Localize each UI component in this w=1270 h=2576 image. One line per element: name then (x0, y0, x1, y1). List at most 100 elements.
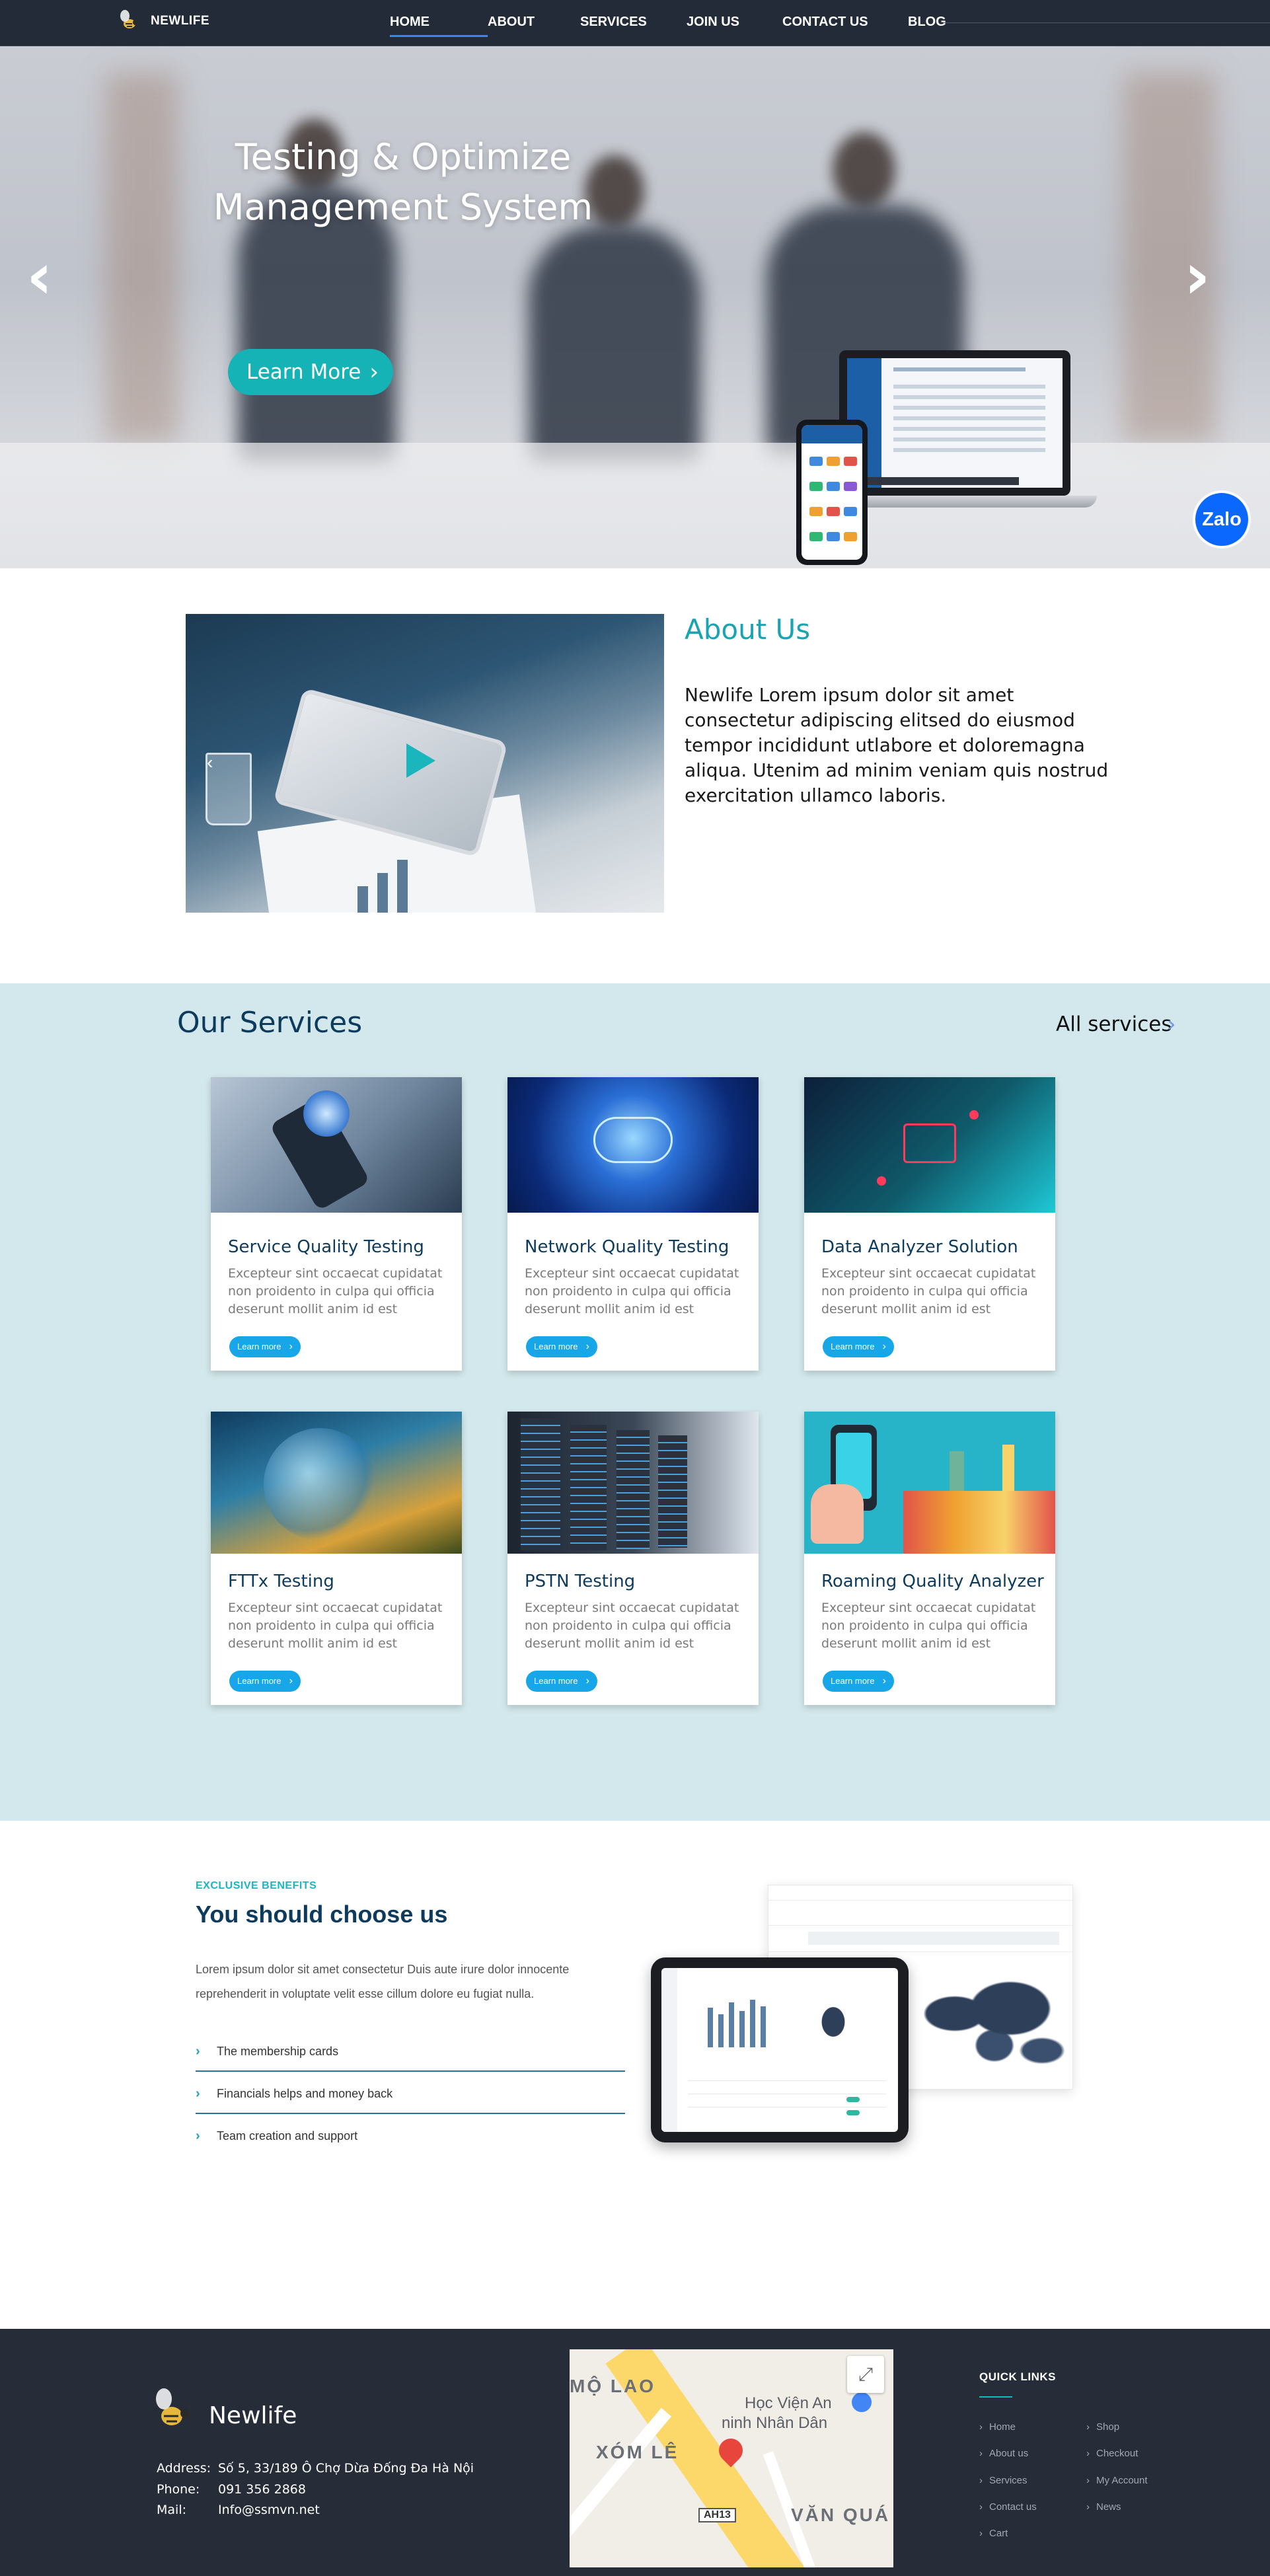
paper-chart-bar (397, 860, 408, 913)
quick-link-label: News (1096, 2501, 1121, 2513)
learn-more-button[interactable]: Learn more › (526, 1671, 597, 1692)
quick-links-underline (979, 2396, 1012, 2398)
hero-learn-more-button[interactable]: Learn More › (228, 349, 393, 395)
brand-logo-link[interactable]: NEWLIFE (116, 8, 209, 34)
quick-link[interactable]: › Cart (979, 2528, 1008, 2539)
chevron-right-icon: › (979, 2475, 983, 2486)
quick-link[interactable]: › Checkout (1086, 2448, 1138, 2459)
benefit-label: Financials helps and money back (217, 2087, 393, 2100)
chevron-right-icon: › (196, 2129, 200, 2143)
nav-item-blog[interactable]: BLOG (908, 0, 961, 46)
hero-slider (0, 46, 1270, 568)
slider-next-icon[interactable]: › (1184, 245, 1211, 308)
quick-link-label: Checkout (1096, 2448, 1139, 2459)
button-label: Learn more (831, 1676, 875, 1686)
chevron-right-icon: › (882, 1341, 886, 1352)
service-card[interactable]: PSTN Testing Excepteur sint occaecat cup… (507, 1412, 759, 1705)
quick-link[interactable]: › My Account (1086, 2475, 1148, 2486)
chevron-right-icon: › (1086, 2475, 1090, 2486)
circuit-shape (877, 1176, 886, 1186)
landmarks-shape (950, 1451, 964, 1491)
quick-link-label: My Account (1096, 2475, 1148, 2486)
tablet-bar (761, 2006, 766, 2047)
benefit-item[interactable]: › The membership cards (196, 2031, 625, 2072)
chevron-right-icon: › (979, 2528, 983, 2539)
learn-more-button[interactable]: Learn more › (229, 1336, 301, 1357)
hero-bg-shape (833, 132, 895, 208)
mail-value[interactable]: Info@ssmvn.net (218, 2503, 320, 2517)
chevron-right-icon: › (979, 2448, 983, 2459)
glow-shape (303, 1090, 350, 1137)
phone-value[interactable]: 091 356 2868 (218, 2482, 306, 2497)
address-value: Số 5, 33/189 Ô Chợ Dừa Đống Đa Hà Nội (218, 2461, 474, 2476)
learn-more-button[interactable]: Learn more › (823, 1671, 894, 1692)
map-road (570, 2407, 672, 2567)
chevron-right-icon: › (196, 2044, 200, 2059)
learn-more-button[interactable]: Learn more › (823, 1336, 894, 1357)
quick-link[interactable]: › News (1086, 2501, 1121, 2513)
service-card[interactable]: Network Quality Testing Excepteur sint o… (507, 1077, 759, 1371)
chevron-right-icon: › (585, 1675, 589, 1686)
laptop-illustration (839, 350, 1070, 496)
paper-chart-bar (357, 886, 368, 913)
service-card-title: Roaming Quality Analyzer (821, 1572, 1044, 1591)
map-label: XÓM LÊ (596, 2442, 679, 2462)
zalo-chat-button[interactable]: Zalo (1193, 490, 1251, 549)
google-map[interactable]: MỘ LAO XÓM LÊ VĂN QUÁ Học Viện An ninh N… (570, 2349, 893, 2567)
dashboard-row (893, 427, 1045, 431)
button-label: Learn more (534, 1676, 578, 1686)
service-card[interactable]: FTTx Testing Excepteur sint occaecat cup… (211, 1412, 462, 1705)
service-card[interactable]: Data Analyzer Solution Excepteur sint oc… (804, 1077, 1055, 1371)
learn-more-button[interactable]: Learn more › (526, 1336, 597, 1357)
app-tile (827, 532, 840, 541)
main-menu: HOME ABOUT SERVICES JOIN US CONTACT US B… (390, 0, 961, 46)
footer-mail: Mail: Info@ssmvn.net (157, 2503, 320, 2517)
quick-link[interactable]: › About us (979, 2448, 1028, 2459)
service-image (804, 1412, 1055, 1554)
chevron-right-icon: › (289, 1675, 293, 1686)
why-title: You should choose us (196, 1901, 448, 1928)
service-card-desc: Excepteur sint occaecat cupidatat non pr… (228, 1266, 443, 1316)
nav-item-services[interactable]: SERVICES (580, 0, 687, 46)
nav-item-about[interactable]: ABOUT (488, 0, 580, 46)
chevron-right-icon: › (1086, 2421, 1090, 2433)
dashboard-row (893, 437, 1045, 441)
service-card[interactable]: Roaming Quality Analyzer Excepteur sint … (804, 1412, 1055, 1705)
chevron-left-icon[interactable]: ‹ (207, 752, 213, 773)
quick-link[interactable]: › Services (979, 2475, 1027, 2486)
tablet-illustration (651, 1957, 909, 2142)
map-label: Học Viện An (745, 2394, 832, 2412)
server-rack (616, 1430, 650, 1549)
benefit-item[interactable]: › Financials helps and money back (196, 2073, 625, 2114)
nav-item-join-us[interactable]: JOIN US (687, 0, 782, 46)
chevron-right-icon[interactable]: › (1167, 1011, 1176, 1038)
benefit-item[interactable]: › Team creation and support (196, 2115, 625, 2156)
bee-logo-icon (120, 10, 138, 28)
server-rack (570, 1425, 607, 1550)
brand-name: NEWLIFE (151, 14, 209, 28)
service-card-desc: Excepteur sint occaecat cupidatat non pr… (525, 1266, 739, 1316)
nav-item-contact-us[interactable]: CONTACT US (782, 0, 908, 46)
service-image (507, 1077, 759, 1213)
laptop-screen (847, 358, 1063, 488)
app-tile (809, 532, 823, 541)
quick-link-label: Services (989, 2475, 1027, 2486)
learn-more-button[interactable]: Learn more › (229, 1671, 301, 1692)
nav-item-home[interactable]: HOME (390, 0, 488, 46)
chevron-right-icon: › (585, 1341, 589, 1352)
fullscreen-icon[interactable]: ⤢ (847, 2356, 884, 2393)
hero-title-line: Testing & Optimize (235, 136, 572, 178)
quick-link[interactable]: › Home (979, 2421, 1016, 2433)
all-services-link[interactable]: All services (1056, 1012, 1172, 1036)
footer-phone: Phone: 091 356 2868 (157, 2482, 306, 2497)
quick-link[interactable]: › Contact us (979, 2501, 1037, 2513)
section-eyebrow: EXCLUSIVE BENEFITS (196, 1880, 317, 1891)
quick-link[interactable]: › Shop (1086, 2421, 1119, 2433)
about-title: About Us (685, 613, 811, 646)
address-label: Address: (157, 2461, 211, 2476)
slider-prev-icon[interactable]: ‹ (26, 245, 53, 308)
map-label: VĂN QUÁ (791, 2505, 891, 2525)
play-icon[interactable] (406, 743, 435, 778)
service-card[interactable]: Service Quality Testing Excepteur sint o… (211, 1077, 462, 1371)
service-card-desc: Excepteur sint occaecat cupidatat non pr… (228, 1601, 443, 1651)
